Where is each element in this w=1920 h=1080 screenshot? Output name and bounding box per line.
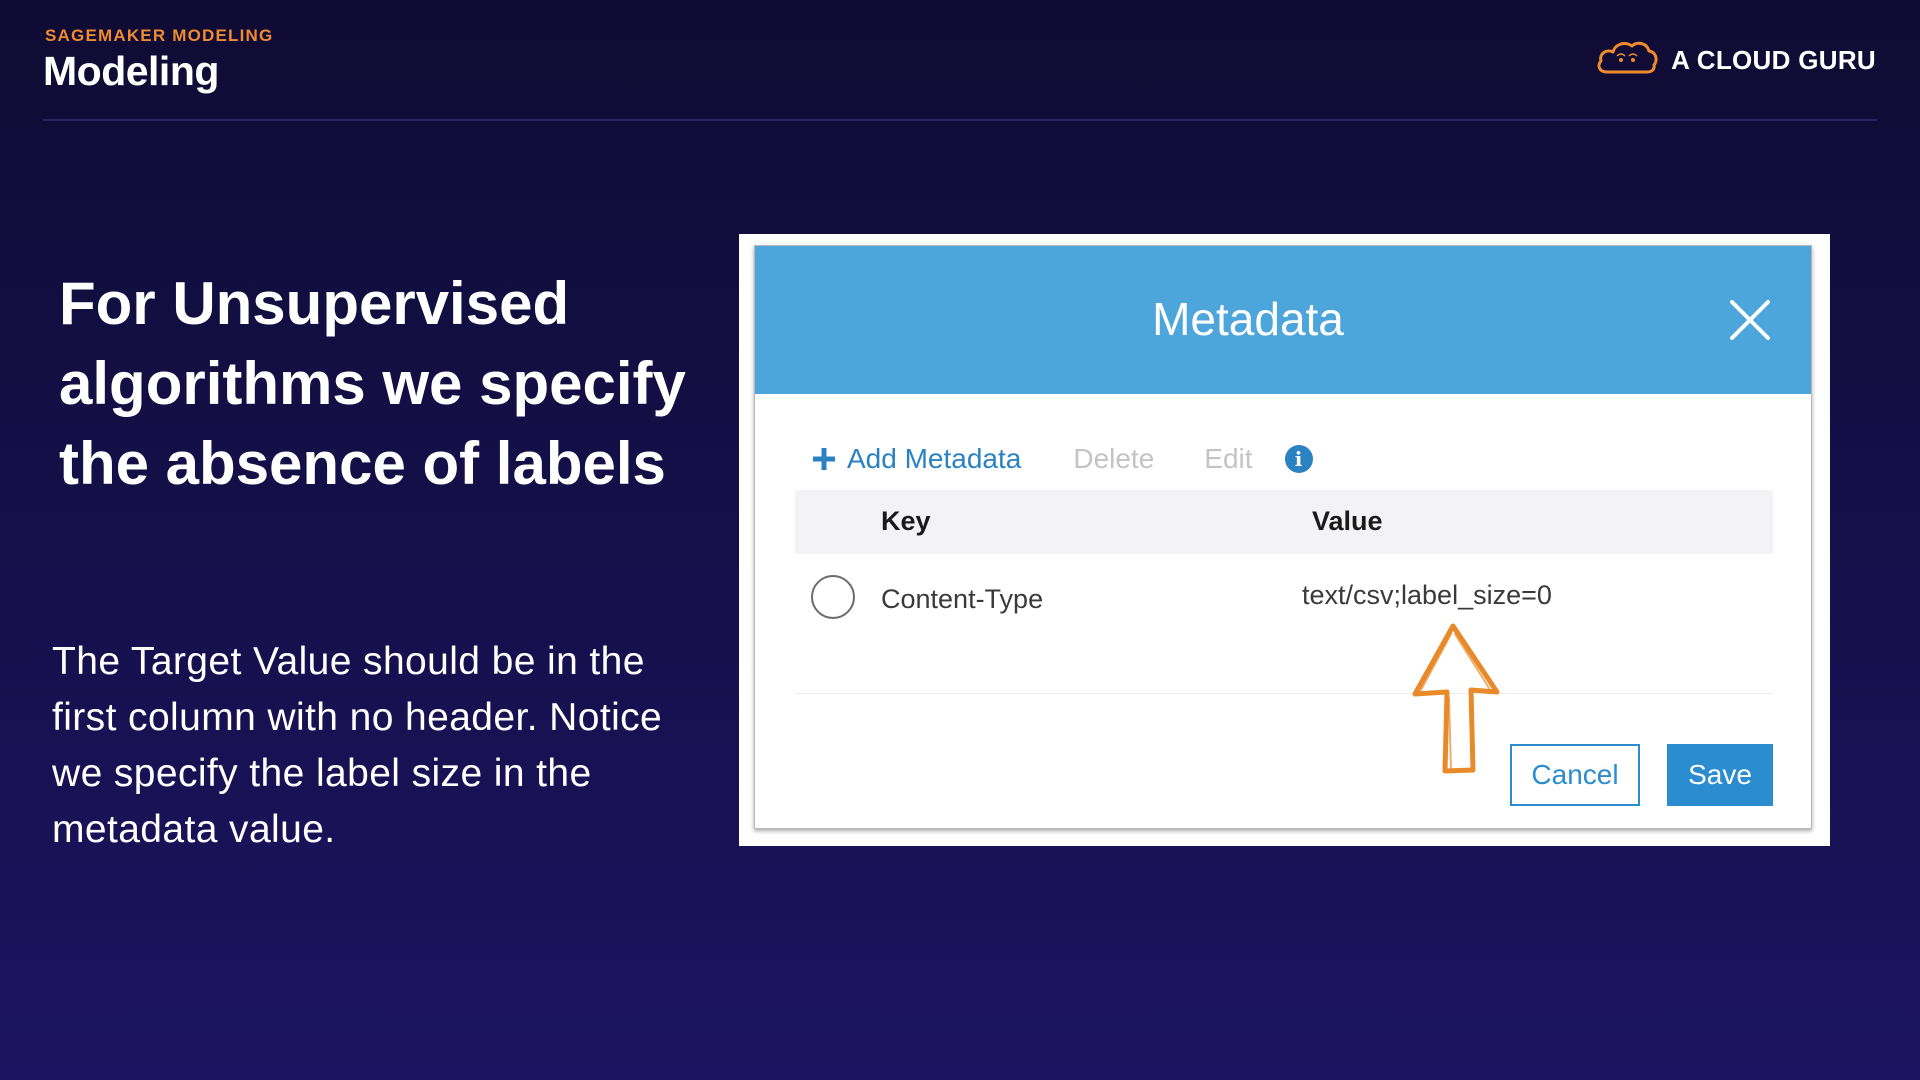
- info-icon[interactable]: i: [1284, 445, 1313, 473]
- edit-button[interactable]: Edit: [1204, 443, 1252, 475]
- annotation-arrow-icon: [1412, 623, 1500, 774]
- metadata-toolbar: Add Metadata Delete Edit i: [811, 439, 1313, 479]
- close-icon: [1730, 300, 1770, 340]
- cell-value: text/csv;label_size=0: [1302, 580, 1552, 610]
- row-divider: [795, 693, 1773, 694]
- section-eyebrow: SAGEMAKER MODELING: [45, 26, 274, 45]
- modal-header: Metadata: [755, 246, 1811, 394]
- table-header: Key Value: [795, 490, 1773, 554]
- section-title: Modeling: [43, 48, 219, 94]
- cloud-logo-icon: [1595, 38, 1659, 83]
- slide-body-text: The Target Value should be in the first …: [52, 640, 663, 851]
- header-divider: [43, 119, 1877, 121]
- delete-button[interactable]: Delete: [1073, 443, 1154, 475]
- save-button[interactable]: Save: [1667, 744, 1773, 806]
- column-header-key: Key: [881, 506, 931, 536]
- slide-headline: For Unsupervised algorithms we specify t…: [59, 270, 686, 497]
- brand-name: A CLOUD GURU: [1671, 45, 1876, 75]
- table-row[interactable]: Content-Type text/csv;label_size=0: [795, 556, 1773, 672]
- add-metadata-button[interactable]: Add Metadata: [811, 443, 1021, 475]
- column-header-value: Value: [1312, 506, 1383, 536]
- cancel-button[interactable]: Cancel: [1510, 744, 1640, 806]
- close-button[interactable]: [1728, 298, 1772, 342]
- metadata-modal: Metadata Add Metadata Delete Edit i Key …: [754, 245, 1812, 829]
- brand-logo: A CLOUD GURU: [1595, 38, 1876, 83]
- plus-icon: [813, 448, 835, 470]
- slide-header: SAGEMAKER MODELING Modeling A CLOUD GURU: [0, 0, 1920, 121]
- cell-key: Content-Type: [881, 584, 1044, 614]
- screenshot-frame: Metadata Add Metadata Delete Edit i Key …: [739, 234, 1830, 846]
- row-select-radio[interactable]: [811, 575, 855, 619]
- modal-title: Metadata: [1152, 293, 1344, 345]
- add-metadata-label: Add Metadata: [847, 443, 1022, 474]
